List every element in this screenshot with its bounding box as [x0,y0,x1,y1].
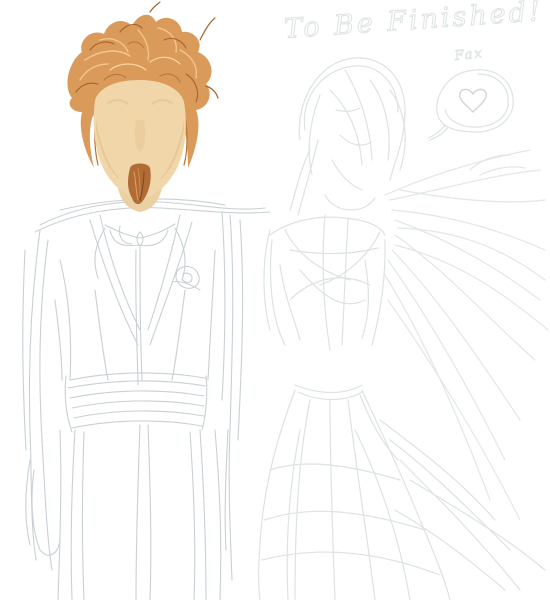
groom-cummerbund [64,372,208,433]
groom-figure [22,1,271,600]
bride-head [289,57,406,216]
groom-suit [22,198,271,600]
bride-sketch: To Be Finished! Fax [258,0,549,600]
caption-signature: Fax [453,46,485,64]
caption-main: To Be Finished! [283,0,543,45]
heart-icon [458,88,488,113]
bride-skirt [258,389,546,600]
groom-face [93,80,186,205]
speech-bubble [427,69,514,141]
wedding-sketch-artwork: To Be Finished! Fax [22,0,549,600]
bride-bodice [263,194,386,351]
bride-wings [384,149,549,521]
bride-waist [294,384,363,401]
